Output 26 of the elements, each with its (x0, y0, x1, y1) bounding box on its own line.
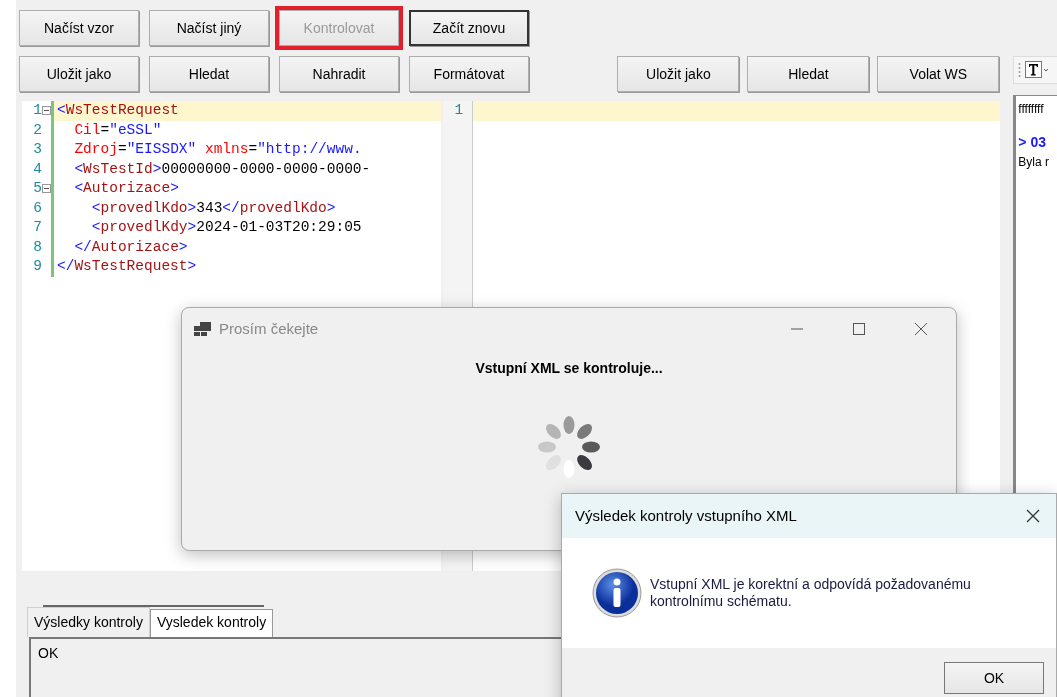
code-line: <WsTestId>00000000-0000-0000-0000- (73, 159, 372, 179)
line-number: 1 (32, 101, 42, 120)
dialog-title: Prosím čekejte (219, 318, 319, 339)
code-line: Zdroj="EISSDX" xmlns="http://www. (73, 140, 363, 159)
line-number: 1 (453, 101, 464, 120)
code-line: Cil="eSSL" (73, 120, 163, 140)
line-number: 4 (32, 159, 42, 179)
line-number: 3 (32, 140, 42, 159)
line-number: 7 (32, 218, 42, 237)
line-number: 2 (32, 120, 42, 140)
log-text: Byla r (1018, 155, 1050, 169)
code-line: <Autorizace> (73, 179, 180, 198)
dialog-message: Vstupní XML je korektní a odpovídá požadovanému kontrolnímu schématu. (650, 575, 972, 611)
code-line: <provedlKdo>343</provedlKdo> (90, 198, 337, 218)
code-line: </WsTestRequest> (56, 257, 198, 276)
code-line: <provedlKdy>2024-01-03T20:29:05 (90, 218, 363, 237)
result-text: OK (38, 645, 59, 661)
log-text: ffffffff (1018, 102, 1044, 116)
line-number: 5 (32, 179, 42, 198)
dialog-message: Vstupní XML se kontroluje... (475, 360, 663, 376)
line-number: 8 (32, 237, 42, 257)
line-number: 9 (32, 257, 42, 276)
line-number: 6 (32, 198, 42, 218)
log-text: > 03 (1018, 134, 1046, 150)
code-line: </Autorizace> (73, 237, 189, 257)
dialog-title: Výsledek kontroly vstupního XML (575, 505, 797, 526)
